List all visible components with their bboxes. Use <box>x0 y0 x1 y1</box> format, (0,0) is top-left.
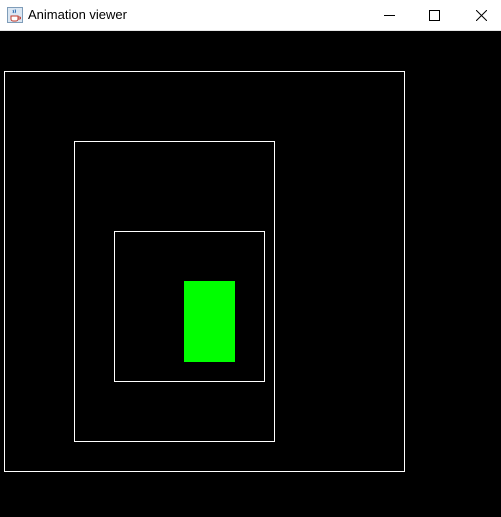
maximize-button[interactable] <box>414 0 454 30</box>
minimize-button[interactable] <box>369 0 409 30</box>
title-bar[interactable]: Animation viewer <box>0 0 501 31</box>
minimize-icon <box>383 10 395 21</box>
animation-canvas <box>0 31 501 517</box>
app-window: Animation viewer <box>0 0 501 517</box>
java-cup-icon[interactable] <box>7 7 23 23</box>
window-title: Animation viewer <box>28 7 127 22</box>
green-rectangle-sprite <box>184 281 235 362</box>
close-icon <box>475 9 487 21</box>
maximize-icon <box>428 9 440 21</box>
close-button[interactable] <box>461 0 501 30</box>
